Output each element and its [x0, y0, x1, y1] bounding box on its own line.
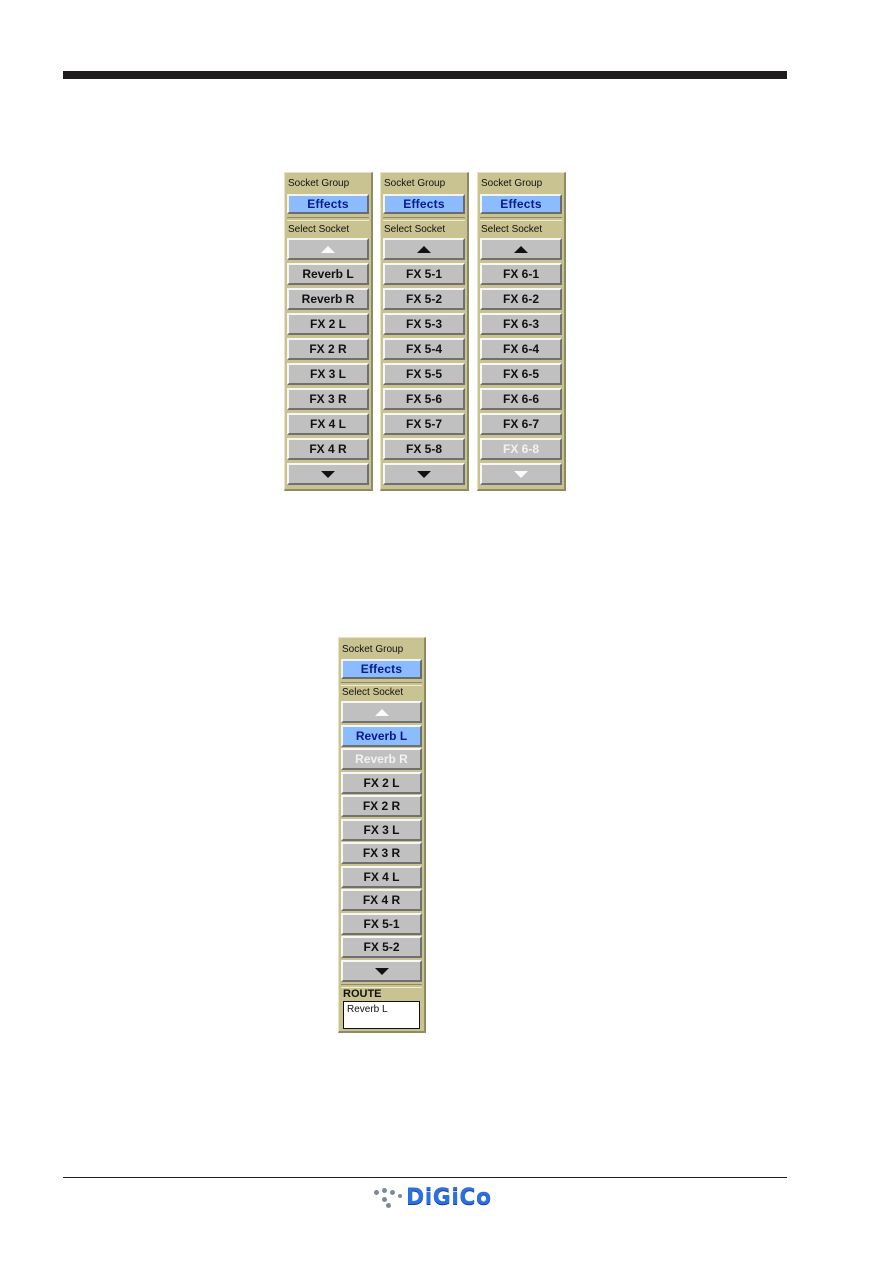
socket-panel-1: Socket Group Effects Select Socket Rever…: [284, 172, 373, 491]
socket-button-selected[interactable]: Reverb L: [341, 725, 422, 747]
socket-button[interactable]: FX 6-4: [480, 338, 562, 360]
scroll-down-button[interactable]: [480, 463, 562, 485]
logo-dots-icon: [372, 1186, 406, 1208]
socket-button[interactable]: FX 5-7: [383, 413, 465, 435]
socket-button[interactable]: FX 4 L: [287, 413, 369, 435]
socket-button[interactable]: FX 6-1: [480, 263, 562, 285]
socket-button[interactable]: FX 2 L: [287, 313, 369, 335]
socket-group-effects-button[interactable]: Effects: [287, 194, 369, 214]
arrow-up-icon: [321, 246, 335, 254]
scroll-up-button[interactable]: [341, 701, 422, 723]
socket-button[interactable]: FX 3 R: [287, 388, 369, 410]
socket-panel-3: Socket Group Effects Select Socket FX 6-…: [477, 172, 566, 491]
arrow-up-icon: [374, 709, 389, 717]
socket-group-effects-button[interactable]: Effects: [341, 659, 422, 679]
socket-group-label: Socket Group: [342, 644, 404, 655]
digico-logo: DiGiCo: [372, 1184, 492, 1210]
socket-group-label: Socket Group: [384, 178, 446, 189]
select-socket-label: Select Socket: [342, 687, 404, 698]
footer-rule: [63, 1177, 787, 1178]
arrow-up-icon: [514, 246, 528, 254]
socket-button[interactable]: FX 5-2: [341, 936, 422, 958]
socket-button[interactable]: FX 2 L: [341, 772, 422, 794]
divider: [341, 682, 422, 686]
route-display: Reverb L: [343, 1001, 420, 1029]
socket-button[interactable]: FX 6-7: [480, 413, 562, 435]
socket-button[interactable]: FX 4 R: [287, 438, 369, 460]
route-label: ROUTE: [343, 988, 382, 1000]
arrow-down-icon: [321, 471, 335, 479]
socket-panel-2: Socket Group Effects Select Socket FX 5-…: [380, 172, 469, 491]
divider: [480, 217, 562, 221]
socket-button[interactable]: FX 4 L: [341, 866, 422, 888]
scroll-up-button[interactable]: [383, 238, 465, 260]
socket-button[interactable]: FX 5-4: [383, 338, 465, 360]
arrow-down-icon: [374, 968, 389, 976]
scroll-down-button[interactable]: [383, 463, 465, 485]
socket-button[interactable]: FX 5-8: [383, 438, 465, 460]
socket-button[interactable]: FX 6-8: [480, 438, 562, 460]
socket-button[interactable]: FX 6-2: [480, 288, 562, 310]
divider: [383, 217, 465, 221]
socket-button[interactable]: FX 2 R: [287, 338, 369, 360]
scroll-up-button[interactable]: [287, 238, 369, 260]
socket-group-effects-button[interactable]: Effects: [480, 194, 562, 214]
socket-button[interactable]: FX 5-1: [383, 263, 465, 285]
socket-button[interactable]: FX 6-6: [480, 388, 562, 410]
scroll-up-button[interactable]: [480, 238, 562, 260]
arrow-up-icon: [417, 246, 431, 254]
arrow-down-icon: [514, 471, 528, 479]
socket-group-effects-button[interactable]: Effects: [383, 194, 465, 214]
scroll-down-button[interactable]: [287, 463, 369, 485]
socket-button[interactable]: FX 5-2: [383, 288, 465, 310]
select-socket-label: Select Socket: [384, 224, 446, 235]
socket-button[interactable]: FX 5-5: [383, 363, 465, 385]
socket-button[interactable]: FX 6-3: [480, 313, 562, 335]
socket-button[interactable]: FX 3 L: [287, 363, 369, 385]
socket-button[interactable]: FX 3 R: [341, 842, 422, 864]
socket-panel-route: Socket Group Effects Select Socket Rever…: [338, 637, 426, 1033]
arrow-down-icon: [417, 471, 431, 479]
socket-button[interactable]: Reverb R: [341, 748, 422, 770]
socket-group-label: Socket Group: [288, 178, 350, 189]
socket-button[interactable]: FX 5-3: [383, 313, 465, 335]
header-rule: [63, 71, 787, 79]
socket-button[interactable]: FX 3 L: [341, 819, 422, 841]
divider: [287, 217, 369, 221]
socket-button[interactable]: Reverb L: [287, 263, 369, 285]
brand-name: DiGiCo: [406, 1184, 492, 1210]
socket-button[interactable]: FX 6-5: [480, 363, 562, 385]
socket-button[interactable]: Reverb R: [287, 288, 369, 310]
socket-button[interactable]: FX 4 R: [341, 889, 422, 911]
socket-button[interactable]: FX 5-1: [341, 913, 422, 935]
select-socket-label: Select Socket: [288, 224, 350, 235]
socket-group-label: Socket Group: [481, 178, 543, 189]
socket-button[interactable]: FX 5-6: [383, 388, 465, 410]
select-socket-label: Select Socket: [481, 224, 543, 235]
scroll-down-button[interactable]: [341, 960, 422, 982]
socket-button[interactable]: FX 2 R: [341, 795, 422, 817]
